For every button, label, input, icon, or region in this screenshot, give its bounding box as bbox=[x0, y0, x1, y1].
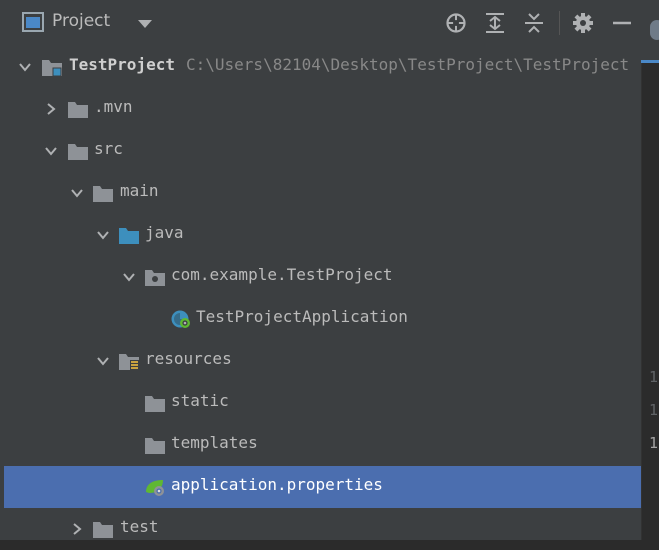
package-icon bbox=[145, 270, 165, 286]
project-tool-window-header: Project bbox=[0, 0, 641, 47]
panel-title[interactable]: Project bbox=[52, 11, 110, 31]
project-tree: TestProject C:\Users\82104\Desktop\TestP… bbox=[0, 46, 641, 540]
tree-node-label: application.properties bbox=[171, 475, 383, 494]
chevron-down-icon[interactable] bbox=[44, 144, 58, 158]
tree-node-main[interactable]: main bbox=[4, 172, 641, 214]
tree-node-label: .mvn bbox=[94, 97, 133, 116]
chevron-down-icon[interactable] bbox=[122, 270, 136, 284]
gutter-line-number: 1 bbox=[649, 434, 659, 452]
spring-properties-icon bbox=[146, 480, 164, 496]
tree-node-application-properties[interactable]: application.properties bbox=[4, 466, 641, 508]
toolbar-separator bbox=[559, 11, 560, 35]
minimize-icon[interactable] bbox=[610, 11, 634, 35]
folder-icon bbox=[68, 102, 88, 118]
source-folder-icon bbox=[119, 228, 139, 244]
folder-icon bbox=[93, 522, 113, 538]
tree-node-label: resources bbox=[145, 349, 232, 368]
chevron-down-icon[interactable] bbox=[96, 228, 110, 242]
editor-area[interactable] bbox=[641, 0, 659, 540]
folder-icon bbox=[93, 186, 113, 202]
expand-all-icon[interactable] bbox=[483, 11, 507, 35]
tree-node-mvn[interactable]: .mvn bbox=[4, 88, 641, 130]
folder-icon bbox=[68, 144, 88, 160]
tree-node-label: TestProjectApplication bbox=[196, 307, 408, 326]
tree-node-root[interactable]: TestProject C:\Users\82104\Desktop\TestP… bbox=[4, 46, 641, 88]
root-project-path: C:\Users\82104\Desktop\TestProject\TestP… bbox=[186, 55, 630, 74]
chevron-down-icon[interactable] bbox=[96, 354, 110, 368]
tree-node-app-class[interactable]: TestProjectApplication bbox=[4, 298, 641, 340]
tree-node-java[interactable]: java bbox=[4, 214, 641, 256]
gutter-line-number: 1 bbox=[649, 401, 659, 419]
project-panel-icon bbox=[22, 12, 44, 32]
tree-node-label: test bbox=[120, 517, 159, 536]
tree-node-label: src bbox=[94, 139, 123, 158]
chevron-right-icon[interactable] bbox=[44, 102, 58, 116]
folder-icon bbox=[145, 396, 165, 412]
chevron-down-icon[interactable] bbox=[138, 20, 152, 28]
resources-folder-icon bbox=[119, 354, 139, 370]
chevron-down-icon[interactable] bbox=[18, 60, 32, 74]
editor-tab-underline bbox=[641, 60, 659, 63]
collapse-all-icon[interactable] bbox=[522, 11, 546, 35]
tree-node-label: templates bbox=[171, 433, 258, 452]
gutter-line-number: 1 bbox=[649, 368, 659, 386]
spring-boot-class-icon bbox=[171, 310, 190, 328]
tree-node-label: main bbox=[120, 181, 159, 200]
tree-node-resources[interactable]: resources bbox=[4, 340, 641, 382]
chevron-down-icon[interactable] bbox=[70, 186, 84, 200]
tree-node-templates[interactable]: templates bbox=[4, 424, 641, 466]
folder-icon bbox=[145, 438, 165, 454]
locate-icon[interactable] bbox=[444, 11, 468, 35]
root-project-name: TestProject bbox=[69, 55, 175, 74]
tree-node-src[interactable]: src bbox=[4, 130, 641, 172]
chevron-right-icon[interactable] bbox=[70, 522, 84, 536]
tree-node-test[interactable]: test bbox=[4, 508, 641, 550]
tree-node-package[interactable]: com.example.TestProject bbox=[4, 256, 641, 298]
gear-icon[interactable] bbox=[571, 11, 595, 35]
tree-node-static[interactable]: static bbox=[4, 382, 641, 424]
tree-node-label: java bbox=[145, 223, 184, 242]
module-folder-icon bbox=[42, 60, 62, 77]
tree-node-label: com.example.TestProject bbox=[171, 265, 393, 284]
tree-node-label: static bbox=[171, 391, 229, 410]
editor-tab-icon bbox=[650, 20, 659, 40]
